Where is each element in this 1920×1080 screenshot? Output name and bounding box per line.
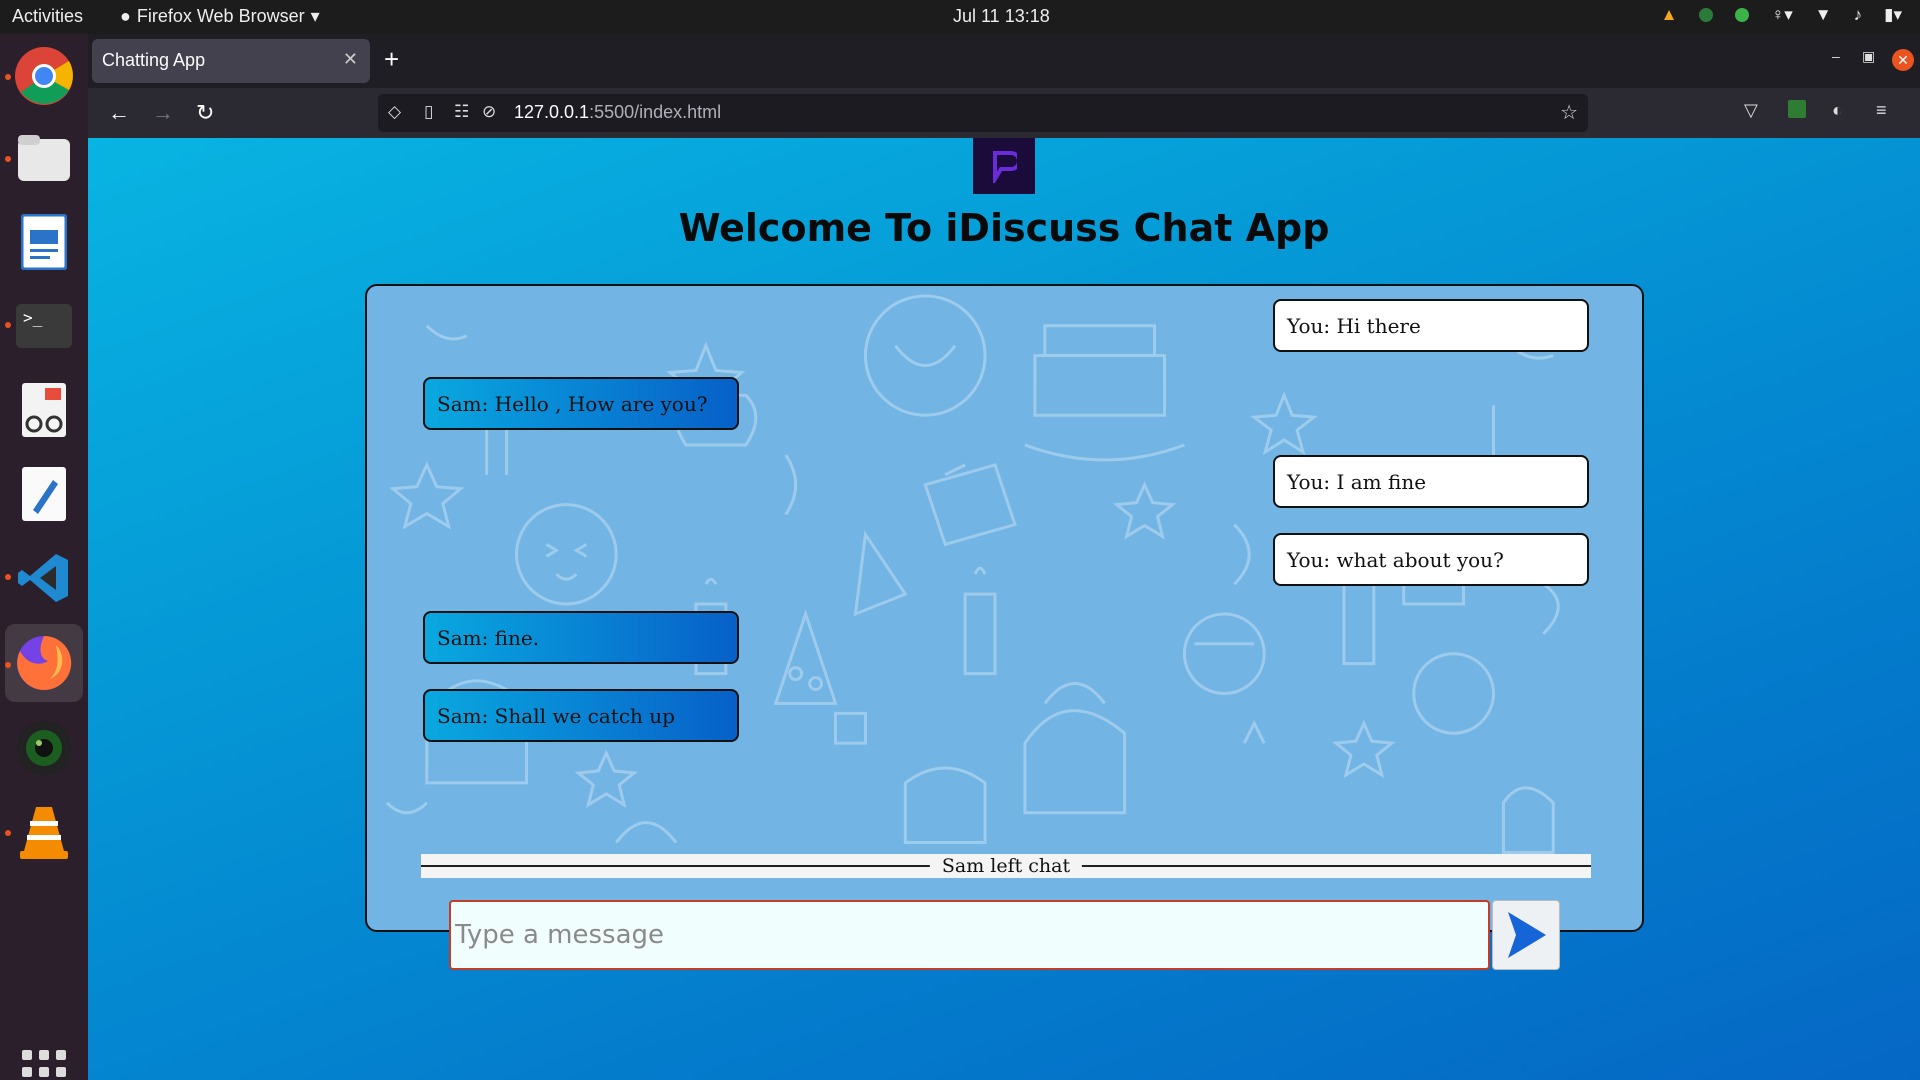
- text-editor-icon[interactable]: [12, 462, 76, 526]
- page-icon[interactable]: ▯: [424, 102, 433, 122]
- status-divider: Sam left chat: [421, 854, 1591, 878]
- message-outgoing: You: Hi there: [1273, 299, 1589, 352]
- system-tray: ▲ ♀▾ ▼ ♪ ▮▾: [1661, 5, 1902, 25]
- forward-icon[interactable]: →: [152, 100, 174, 126]
- app-logo: [973, 138, 1035, 194]
- extension-icon-2[interactable]: ◐: [1832, 100, 1843, 121]
- url-host: 127.0.0.1: [514, 102, 590, 122]
- message-input-row: [449, 900, 1560, 970]
- document-viewer-icon[interactable]: [12, 378, 76, 442]
- chevron-down-icon: ▾: [310, 6, 320, 26]
- show-applications-icon[interactable]: [22, 1050, 66, 1080]
- tab-title: Chatting App: [102, 50, 206, 70]
- send-button[interactable]: [1492, 900, 1560, 970]
- shield-icon[interactable]: ◇: [388, 102, 401, 122]
- tray-app-icon[interactable]: [1699, 8, 1714, 22]
- battery-icon[interactable]: ▮▾: [1884, 5, 1902, 25]
- tray-app-icon-2[interactable]: [1735, 8, 1750, 22]
- extension-icon[interactable]: [1788, 100, 1806, 123]
- chat-logo-icon: [993, 151, 1017, 183]
- firefox-icon[interactable]: [5, 624, 83, 702]
- message-outgoing: You: what about you?: [1273, 533, 1589, 586]
- minimize-icon[interactable]: –: [1832, 48, 1840, 64]
- permissions-icon[interactable]: ☷: [454, 102, 469, 122]
- message-incoming: Sam: Shall we catch up: [423, 689, 739, 742]
- send-arrow-icon: [1508, 912, 1546, 958]
- accessibility-icon[interactable]: ♀▾: [1771, 5, 1792, 25]
- app-menu[interactable]: ● Firefox Web Browser ▾: [120, 6, 320, 27]
- new-tab-button[interactable]: +: [384, 44, 399, 75]
- running-indicator: [5, 574, 11, 580]
- app-menu-label: Firefox Web Browser: [136, 6, 305, 26]
- browser-tab-bar: Chatting App ✕ + – ▣ ✕: [88, 34, 1920, 88]
- chat-container[interactable]: You: Hi there Sam: Hello , How are you? …: [365, 284, 1644, 932]
- svg-text:>_: >_: [23, 308, 43, 327]
- volume-icon[interactable]: ♪: [1854, 5, 1863, 25]
- tracking-blocked-icon[interactable]: ⊘: [482, 102, 496, 122]
- message-outgoing: You: I am fine: [1273, 455, 1589, 508]
- tab-chatting-app[interactable]: Chatting App ✕: [92, 39, 370, 83]
- browser-nav-bar: ← → ↻ ◇ ▯ ☷ ⊘ 127.0.0.1:5500/index.html …: [88, 88, 1920, 138]
- message-incoming: Sam: Hello , How are you?: [423, 377, 739, 430]
- running-indicator: [5, 322, 11, 328]
- vscode-icon[interactable]: [12, 546, 76, 610]
- url-path: :5500/index.html: [589, 102, 722, 122]
- message-incoming: Sam: fine.: [423, 611, 739, 664]
- running-indicator: [5, 830, 11, 836]
- system-top-bar: Activities ● Firefox Web Browser ▾ Jul 1…: [0, 0, 1920, 34]
- running-indicator: [5, 662, 11, 668]
- running-indicator: [5, 74, 11, 80]
- close-tab-icon[interactable]: ✕: [343, 49, 358, 70]
- reload-icon[interactable]: ↻: [196, 100, 214, 126]
- writer-icon[interactable]: [12, 210, 76, 274]
- back-icon[interactable]: ←: [108, 100, 130, 126]
- page-viewport: Welcome To iDiscuss Chat App You: Hi the…: [88, 138, 1920, 1080]
- pocket-icon[interactable]: ▽: [1744, 100, 1758, 121]
- message-input[interactable]: [449, 900, 1490, 970]
- close-window-icon[interactable]: ✕: [1892, 49, 1914, 71]
- restore-icon[interactable]: ▣: [1862, 48, 1875, 65]
- bookmark-star-icon[interactable]: ☆: [1560, 100, 1578, 125]
- page-title: Welcome To iDiscuss Chat App: [678, 206, 1330, 250]
- dock: >_: [0, 34, 88, 1080]
- clock[interactable]: Jul 11 13:18: [953, 6, 1050, 27]
- running-indicator: [5, 156, 11, 162]
- camera-icon[interactable]: [12, 716, 76, 780]
- activities-button[interactable]: Activities: [12, 6, 83, 27]
- chrome-icon[interactable]: [12, 44, 76, 108]
- hamburger-menu-icon[interactable]: ≡: [1876, 100, 1887, 121]
- url-bar[interactable]: ◇ ▯ ☷ ⊘ 127.0.0.1:5500/index.html ☆: [378, 94, 1588, 132]
- url-text[interactable]: 127.0.0.1:5500/index.html: [514, 102, 721, 123]
- wifi-icon[interactable]: ▼: [1815, 5, 1832, 25]
- files-icon[interactable]: [12, 126, 76, 190]
- status-message: Sam left chat: [929, 854, 1083, 878]
- terminal-icon[interactable]: >_: [12, 294, 76, 358]
- warning-icon[interactable]: ▲: [1661, 5, 1678, 25]
- firefox-small-icon: ●: [120, 6, 131, 26]
- vlc-icon[interactable]: [12, 800, 76, 864]
